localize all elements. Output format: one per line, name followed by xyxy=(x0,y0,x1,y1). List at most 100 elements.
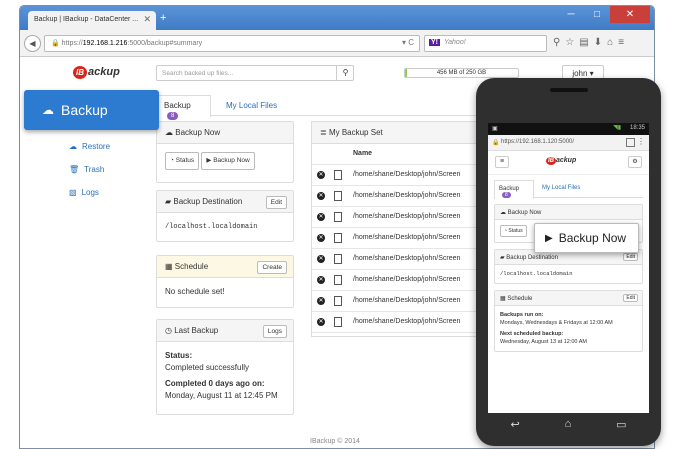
file-icon xyxy=(334,254,342,264)
remove-icon[interactable]: ✕ xyxy=(317,192,325,200)
tab-my-local-files[interactable]: My Local Files xyxy=(542,185,580,191)
hamburger-menu-icon[interactable]: ≡ xyxy=(495,156,509,168)
settings-gear-icon[interactable]: ⚙ xyxy=(628,156,642,168)
next-value: Wednesday, August 13 at 12:00 AM xyxy=(500,339,587,345)
clipboard-icon[interactable]: ▤ xyxy=(579,37,593,48)
sidebar-item-label: Backup xyxy=(61,102,108,118)
phone-schedule-panel: ▦ Schedule Edit Backups run on: Mondays, … xyxy=(494,290,643,352)
storage-fill xyxy=(405,69,408,77)
panel-header: ◷ Last Backup Logs xyxy=(157,320,293,342)
file-path: /home/shane/Desktop/john/Screen xyxy=(353,255,461,262)
schedule-panel: ▦ Schedule Create No schedule set! xyxy=(156,255,294,308)
edit-schedule-button[interactable]: Edit xyxy=(623,294,638,302)
maximize-button[interactable]: □ xyxy=(584,6,610,23)
recent-apps-icon[interactable]: ▭ xyxy=(616,418,626,438)
file-path: /home/shane/Desktop/john/Screen xyxy=(353,276,461,283)
window-controls: ─ □ ✕ xyxy=(558,6,650,23)
tab-backup-label: Backup xyxy=(499,186,520,192)
star-icon[interactable]: ☆ xyxy=(565,37,579,48)
remove-icon[interactable]: ✕ xyxy=(317,318,325,326)
sidebar-item-trash[interactable]: 🗑 Trash xyxy=(69,165,110,174)
remove-icon[interactable]: ✕ xyxy=(317,255,325,263)
remove-icon[interactable]: ✕ xyxy=(317,234,325,242)
ibackup-logo[interactable]: IB ackup xyxy=(546,157,576,165)
back-icon[interactable]: ↩ xyxy=(510,418,519,438)
destination-value: /localhost.localdomain xyxy=(500,270,573,277)
back-button[interactable]: ◀ xyxy=(24,35,41,52)
create-schedule-button[interactable]: Create xyxy=(257,261,287,274)
home-icon[interactable]: ⌂ xyxy=(565,418,572,438)
backup-now-label: Backup Now xyxy=(213,157,250,164)
cloud-download-icon: ☁ xyxy=(69,142,77,151)
backup-destination-panel: ▰ Backup Destination Edit /localhost.loca… xyxy=(156,190,294,242)
file-path: /home/shane/Desktop/john/Screen xyxy=(353,192,461,199)
phone-header: ≡ IB ackup ⚙ xyxy=(488,151,649,175)
cloud-upload-icon: ☁ xyxy=(500,210,508,216)
next-label: Next scheduled backup: xyxy=(500,331,564,337)
logs-icon: ▧ xyxy=(69,188,77,197)
tab-my-local-files[interactable]: My Local Files xyxy=(226,101,277,110)
storage-text: 456 MB of 250 GB xyxy=(436,70,487,76)
sidebar-item-label: Trash xyxy=(84,165,105,174)
ibackup-logo[interactable]: IB ackup xyxy=(73,66,120,79)
phone-tabs: Backup8 My Local Files xyxy=(494,180,643,199)
search-icon[interactable]: ⚲ xyxy=(336,65,354,81)
edit-destination-button[interactable]: Edit xyxy=(265,196,287,209)
remove-icon[interactable]: ✕ xyxy=(317,213,325,221)
menu-icon[interactable]: ≡ xyxy=(618,37,629,48)
completed-label: Completed 0 days ago on: xyxy=(165,379,265,388)
phone-backup-now-button[interactable]: ▶ Backup Now xyxy=(534,223,639,253)
status-button-label: Status xyxy=(508,228,523,234)
panel-title: Backup Now xyxy=(507,210,542,216)
backup-now-button[interactable]: ▶ Backup Now xyxy=(201,152,255,170)
file-search-input[interactable]: Search backed up files... xyxy=(156,65,354,81)
new-tab-button[interactable]: + xyxy=(160,12,166,24)
status-value: Completed successfully xyxy=(165,363,250,372)
sidebar-item-restore[interactable]: ☁ Restore xyxy=(69,142,110,151)
home-icon[interactable]: ⌂ xyxy=(607,37,618,48)
browser-tab[interactable]: Backup | IBackup - DataCenter ... ✕ xyxy=(28,11,156,30)
backup-count-badge: 8 xyxy=(167,112,179,120)
remove-icon[interactable]: ✕ xyxy=(317,171,325,179)
status-button[interactable]: ◔ Status xyxy=(500,225,527,237)
panel-header: ☁ Backup Now xyxy=(495,205,642,220)
url-host: 192.168.1.216 xyxy=(82,40,128,47)
wifi-signal-icon: ◥▮ xyxy=(613,125,621,131)
logs-button[interactable]: Logs xyxy=(262,325,287,338)
phone-mockup: ▣ ◥▮ 18:35 🔒 https://192.168.1.120:5000/… xyxy=(476,78,661,446)
panel-title: Schedule xyxy=(507,296,533,302)
status-button[interactable]: ◔ Status xyxy=(165,152,200,170)
tab-close-icon[interactable]: ✕ xyxy=(143,14,151,25)
sidebar-item-backup[interactable]: ☁ Backup xyxy=(24,90,159,130)
more-icon[interactable]: ⋮ xyxy=(637,137,645,146)
panel-title: Backup Now xyxy=(175,128,221,137)
close-window-button[interactable]: ✕ xyxy=(610,6,650,23)
file-path: /home/shane/Desktop/john/Screen xyxy=(353,171,461,178)
toolbar-icons[interactable]: ⚲☆▤⬇⌂≡ xyxy=(553,37,629,48)
download-icon[interactable]: ⬇ xyxy=(594,37,607,48)
tabs-icon[interactable] xyxy=(626,138,635,147)
remove-icon[interactable]: ✕ xyxy=(317,297,325,305)
tab-backup-label: Backup xyxy=(164,101,191,110)
tab-backup[interactable]: Backup8 xyxy=(494,180,534,199)
reload-icon[interactable]: ▾ C xyxy=(402,38,414,47)
sidebar-item-logs[interactable]: ▧ Logs xyxy=(69,188,110,197)
minimize-button[interactable]: ─ xyxy=(558,6,584,23)
sidebar: ☁ Restore 🗑 Trash ▧ Logs xyxy=(69,142,110,211)
file-icon xyxy=(334,317,342,327)
calendar-icon: ▦ xyxy=(165,262,175,271)
tab-backup[interactable]: Backup 8 xyxy=(156,95,211,120)
phone-address-bar[interactable]: 🔒 https://192.168.1.120:5000/ ⋮ xyxy=(488,135,649,151)
play-icon: ▶ xyxy=(545,232,553,244)
edit-destination-button[interactable]: Edit xyxy=(623,253,638,261)
phone-speaker xyxy=(550,88,588,92)
panel-title: Backup Destination xyxy=(506,255,558,261)
clock-icon: ◷ xyxy=(165,326,175,335)
schedule-value: No schedule set! xyxy=(165,287,225,296)
remove-icon[interactable]: ✕ xyxy=(317,276,325,284)
panel-title: Backup Destination xyxy=(173,197,243,206)
address-bar[interactable]: 🔒 https://192.168.1.216:5000/backup#summ… xyxy=(44,35,420,52)
navigation-bar: ◀ 🔒 https://192.168.1.216:5000/backup#su… xyxy=(20,30,654,57)
search-icon[interactable]: ⚲ xyxy=(553,37,565,48)
search-bar[interactable]: Y! Yahoo! xyxy=(424,35,547,52)
